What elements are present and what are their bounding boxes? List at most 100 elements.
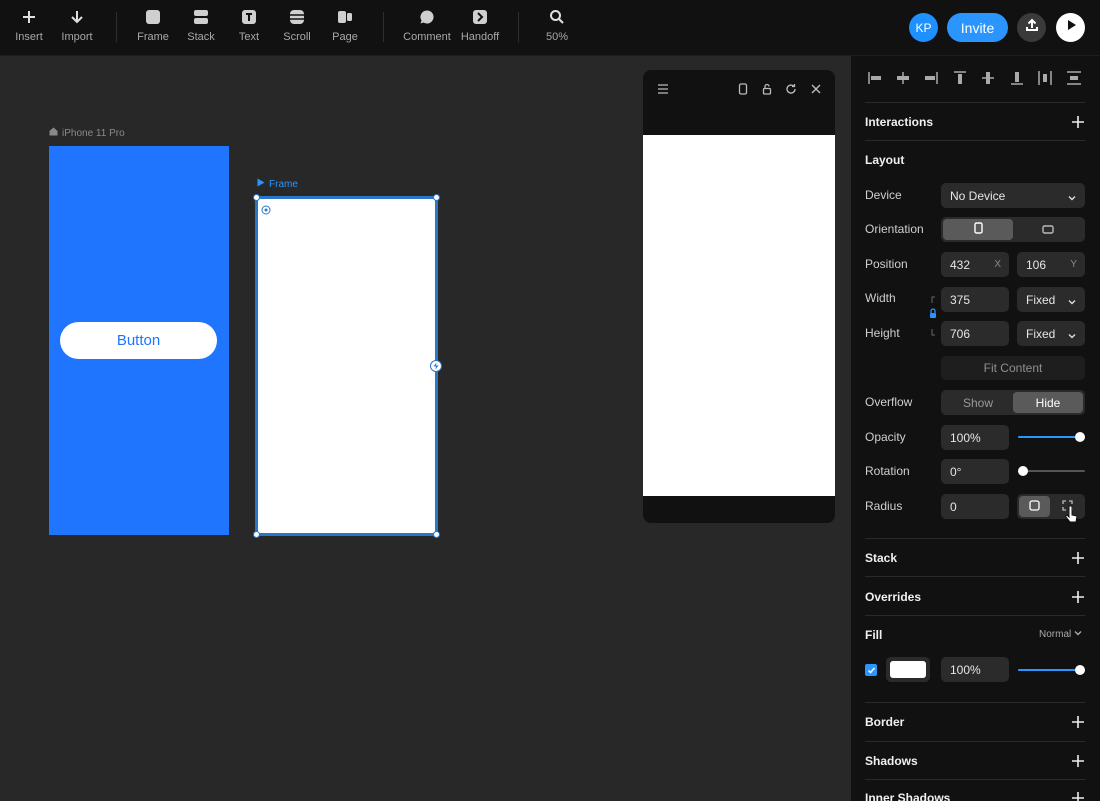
arrow-down-icon [68, 8, 86, 26]
add-shadow-icon[interactable] [1071, 754, 1085, 768]
zoom-button[interactable]: 50% [529, 8, 585, 48]
slider-knob[interactable] [1018, 466, 1028, 476]
width-mode-select[interactable]: Fixed [1017, 287, 1085, 312]
frame-icon [144, 8, 162, 26]
height-mode-select[interactable]: Fixed [1017, 321, 1085, 346]
page-tool-button[interactable]: Page [317, 8, 373, 48]
device-label: Device [865, 188, 902, 202]
chevron-down-icon [1068, 191, 1076, 201]
fill-opacity-input[interactable]: 100% [941, 657, 1009, 682]
menu-icon[interactable] [656, 82, 670, 96]
publish-button[interactable] [1017, 13, 1046, 42]
position-label: Position [865, 257, 908, 271]
fit-content-button[interactable]: Fit Content [941, 356, 1085, 380]
divider [865, 615, 1085, 616]
slider-fill [1018, 669, 1080, 671]
device-icon[interactable] [736, 82, 750, 96]
iphone-frame-title[interactable]: iPhone 11 Pro [49, 127, 125, 139]
radius-input[interactable]: 0 [941, 494, 1009, 519]
orientation-landscape-button[interactable] [1013, 219, 1083, 240]
position-x-input[interactable]: 432 X [941, 252, 1009, 277]
interactions-section-title: Interactions [865, 115, 934, 129]
zoom-level: 50% [545, 31, 569, 43]
preview-screen[interactable] [643, 135, 835, 496]
radius-label: Radius [865, 499, 903, 513]
add-interaction-icon[interactable] [1071, 115, 1085, 129]
iphone-frame[interactable]: Button [49, 146, 229, 535]
add-border-icon[interactable] [1071, 715, 1085, 729]
avatar[interactable]: KP [909, 13, 938, 42]
selected-frame-title[interactable]: Frame [257, 178, 298, 190]
slider-knob[interactable] [1075, 432, 1085, 442]
stack-icon [192, 8, 210, 26]
distribute-vertical-icon[interactable] [1066, 70, 1082, 86]
unlock-icon[interactable] [760, 82, 774, 96]
orientation-label: Orientation [865, 222, 924, 236]
rotation-input[interactable]: 0° [941, 459, 1009, 484]
width-value: 375 [950, 292, 971, 307]
divider [865, 741, 1085, 742]
overflow-show-button[interactable]: Show [943, 392, 1013, 413]
fill-opacity-slider[interactable] [1018, 665, 1085, 675]
align-top-icon[interactable] [952, 70, 968, 86]
divider [865, 538, 1085, 539]
layout-section-title: Layout [865, 153, 905, 167]
preview-play-button[interactable] [1056, 13, 1085, 42]
slider-knob[interactable] [1075, 665, 1085, 675]
orientation-portrait-button[interactable] [943, 219, 1013, 240]
position-y-input[interactable]: 106 Y [1017, 252, 1085, 277]
resize-handle-top-left[interactable] [253, 194, 260, 201]
align-right-icon[interactable] [923, 70, 939, 86]
radius-uniform-button[interactable] [1019, 496, 1050, 517]
divider [865, 779, 1085, 780]
rotation-slider[interactable] [1018, 466, 1085, 476]
add-inner-shadow-icon[interactable] [1071, 791, 1085, 801]
selected-frame[interactable] [255, 196, 438, 536]
overflow-hide-button[interactable]: Hide [1013, 392, 1083, 413]
stack-label: Stack [187, 31, 215, 43]
checkmark-icon [867, 667, 875, 674]
text-label: Text [238, 31, 260, 43]
refresh-icon[interactable] [784, 82, 798, 96]
fill-color-well[interactable] [886, 657, 930, 682]
width-input[interactable]: 375 [941, 287, 1009, 312]
device-select[interactable]: No Device [941, 183, 1085, 208]
fill-enabled-checkbox[interactable] [865, 664, 877, 676]
portrait-icon [973, 222, 983, 237]
canvas-button[interactable]: Button [60, 322, 217, 359]
search-icon [548, 8, 566, 26]
resize-handle-top-right[interactable] [433, 194, 440, 201]
opacity-slider[interactable] [1018, 432, 1085, 442]
comment-button[interactable]: Comment [399, 8, 455, 48]
connection-handle[interactable] [430, 360, 442, 372]
distribute-horizontal-icon[interactable] [1037, 70, 1053, 86]
divider [865, 702, 1085, 703]
aspect-lock-icon[interactable] [928, 296, 938, 343]
resize-handle-bottom-left[interactable] [253, 531, 260, 538]
upload-icon [1024, 17, 1040, 38]
selected-frame-title-label: Frame [269, 178, 298, 190]
fill-color-swatch [890, 661, 926, 678]
handoff-button[interactable]: Handoff [452, 8, 508, 48]
align-center-vertical-icon[interactable] [980, 70, 996, 86]
align-bottom-icon[interactable] [1009, 70, 1025, 86]
align-left-icon[interactable] [867, 70, 883, 86]
home-icon [49, 127, 58, 139]
device-select-value: No Device [950, 188, 1006, 203]
plus-icon [20, 8, 38, 26]
add-stack-icon[interactable] [1071, 551, 1085, 565]
add-override-icon[interactable] [1071, 590, 1085, 604]
opacity-input[interactable]: 100% [941, 425, 1009, 450]
invite-button[interactable]: Invite [947, 13, 1008, 42]
import-button[interactable]: Import [49, 8, 105, 48]
import-label: Import [61, 31, 93, 43]
divider [865, 140, 1085, 141]
resize-handle-bottom-right[interactable] [433, 531, 440, 538]
height-input[interactable]: 706 [941, 321, 1009, 346]
comment-icon [418, 8, 436, 26]
fill-blend-mode-select[interactable]: Normal [1039, 629, 1082, 640]
align-center-horizontal-icon[interactable] [895, 70, 911, 86]
target-icon [261, 202, 271, 220]
close-icon[interactable] [809, 82, 823, 96]
design-canvas[interactable]: iPhone 11 Pro Button Frame [0, 56, 851, 801]
